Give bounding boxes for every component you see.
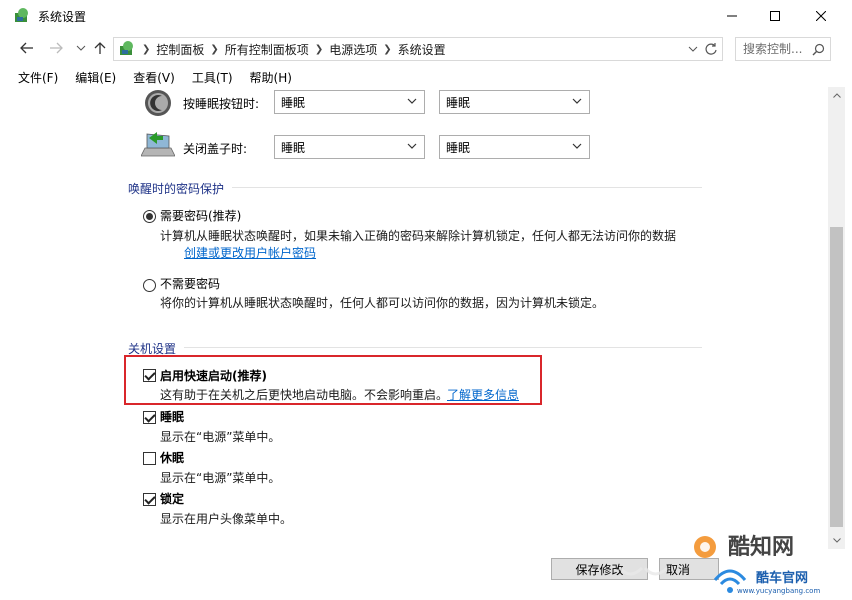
watermark-brand-secondary: 酷车官网	[756, 571, 809, 586]
breadcrumb-label[interactable]: 系统设置	[398, 41, 446, 58]
lock-checkbox[interactable]	[143, 493, 156, 506]
section-divider	[232, 187, 702, 188]
lock-desc: 显示在用户头像菜单中。	[160, 512, 293, 526]
select-value: 睡眠	[446, 140, 471, 155]
address-dropdown-icon[interactable]	[688, 43, 698, 55]
breadcrumb-separator-icon[interactable]: ❯	[383, 44, 391, 55]
lid-close-label: 关闭盖子时:	[183, 142, 248, 156]
sleep-button-icon	[145, 90, 171, 116]
lock-label[interactable]: 锁定	[160, 490, 184, 507]
sleep-button-label: 按睡眠按钮时:	[183, 97, 260, 111]
settings-content: 按睡眠按钮时: 睡眠 睡眠 关闭盖子时: 睡眠 睡眠 唤醒时的密码保护 需要密码…	[0, 87, 826, 562]
scroll-down-button[interactable]	[828, 532, 845, 549]
hibernate-label[interactable]: 休眠	[160, 449, 184, 466]
select-value: 睡眠	[446, 95, 471, 110]
refresh-icon[interactable]	[704, 42, 718, 56]
maximize-icon	[770, 11, 780, 21]
fast-startup-highlight	[124, 355, 542, 405]
require-password-radio[interactable]	[143, 210, 156, 223]
scroll-thumb[interactable]	[830, 227, 843, 527]
chevron-up-icon	[832, 93, 841, 98]
laptop-lid-icon	[141, 132, 175, 157]
breadcrumb-label[interactable]: 所有控制面板项	[225, 41, 309, 58]
menu-tools[interactable]: 工具(T)	[192, 67, 233, 87]
no-password-radio[interactable]	[143, 279, 156, 292]
chevron-down-icon	[407, 98, 417, 104]
chevron-down-icon	[76, 45, 86, 51]
sleep-button-battery-select[interactable]: 睡眠	[274, 90, 425, 114]
breadcrumb-all-items[interactable]: 所有控制面板项 ❯	[225, 41, 329, 58]
section-divider	[184, 347, 702, 348]
search-box[interactable]	[735, 37, 831, 61]
control-panel-icon	[120, 41, 133, 55]
breadcrumb-label[interactable]: 控制面板	[156, 41, 204, 58]
chevron-down-icon	[572, 143, 582, 149]
forward-button[interactable]	[47, 39, 65, 57]
lid-plugged-select[interactable]: 睡眠	[439, 135, 590, 159]
title-bar: 系统设置	[0, 0, 852, 32]
no-password-label[interactable]: 不需要密码	[160, 275, 220, 292]
breadcrumb-control-panel[interactable]: 控制面板 ❯	[156, 41, 224, 58]
hibernate-checkbox[interactable]	[143, 452, 156, 465]
breadcrumb-system-settings[interactable]: 系统设置	[398, 41, 446, 58]
breadcrumb-label[interactable]: 电源选项	[329, 41, 377, 58]
search-input[interactable]	[743, 42, 805, 56]
require-password-label[interactable]: 需要密码(推荐)	[160, 207, 241, 224]
back-button[interactable]	[18, 39, 36, 57]
breadcrumb-power-options[interactable]: 电源选项 ❯	[329, 41, 397, 58]
password-section-title: 唤醒时的密码保护	[128, 182, 225, 196]
watermark-url: www.yucyangbang.com	[737, 587, 821, 595]
chevron-down-icon	[832, 538, 841, 543]
menu-edit[interactable]: 编辑(E)	[75, 67, 116, 87]
sleep-label[interactable]: 睡眠	[160, 408, 184, 425]
require-password-desc: 计算机从睡眠状态唤醒时，如果未输入正确的密码来解除计算机锁定，任何人都无法访问你…	[160, 229, 677, 243]
back-arrow-icon	[20, 42, 33, 54]
sleep-button-plugged-select[interactable]: 睡眠	[439, 90, 590, 114]
hibernate-desc: 显示在“电源”菜单中。	[160, 471, 281, 485]
menu-file[interactable]: 文件(F)	[18, 67, 58, 87]
vertical-scrollbar[interactable]	[828, 87, 845, 549]
cancel-button[interactable]: 取消	[659, 558, 719, 580]
close-icon	[816, 11, 826, 21]
no-password-desc: 将你的计算机从睡眠状态唤醒时，任何人都可以访问你的数据，因为计算机未锁定。	[160, 296, 605, 310]
save-button[interactable]: 保存修改	[551, 558, 648, 580]
breadcrumb: ❯	[136, 44, 156, 55]
up-arrow-icon	[94, 42, 106, 54]
address-bar[interactable]: ❯ 控制面板 ❯ 所有控制面板项 ❯ 电源选项 ❯ 系统设置	[113, 37, 723, 61]
window-title: 系统设置	[38, 10, 87, 24]
sleep-desc: 显示在“电源”菜单中。	[160, 430, 281, 444]
close-button[interactable]	[798, 0, 844, 32]
watermark-brand: 酷知网	[728, 535, 795, 560]
up-button[interactable]	[91, 39, 109, 57]
menu-view[interactable]: 查看(V)	[133, 67, 175, 87]
recent-dropdown[interactable]	[72, 39, 90, 57]
create-password-link[interactable]: 创建或更改用户帐户密码	[184, 244, 316, 261]
minimize-icon	[727, 15, 737, 17]
address-row: ❯ 控制面板 ❯ 所有控制面板项 ❯ 电源选项 ❯ 系统设置	[0, 33, 852, 63]
select-value: 睡眠	[281, 140, 306, 155]
menu-help[interactable]: 帮助(H)	[250, 67, 292, 87]
sleep-checkbox[interactable]	[143, 411, 156, 424]
breadcrumb-separator-icon[interactable]: ❯	[315, 44, 323, 55]
forward-arrow-icon	[50, 42, 63, 54]
control-panel-icon	[15, 8, 28, 22]
chevron-down-icon	[572, 98, 582, 104]
breadcrumb-separator-icon: ❯	[142, 43, 151, 55]
maximize-button[interactable]	[752, 0, 798, 32]
breadcrumb-separator-icon[interactable]: ❯	[210, 44, 218, 55]
lid-battery-select[interactable]: 睡眠	[274, 135, 425, 159]
menu-bar: 文件(F) 编辑(E) 查看(V) 工具(T) 帮助(H)	[0, 67, 852, 87]
footer-bar: 保存修改 取消	[0, 549, 852, 600]
chevron-down-icon	[407, 143, 417, 149]
search-icon[interactable]	[812, 43, 825, 56]
minimize-button[interactable]	[709, 0, 755, 32]
select-value: 睡眠	[281, 95, 306, 110]
scroll-up-button[interactable]	[828, 87, 845, 104]
